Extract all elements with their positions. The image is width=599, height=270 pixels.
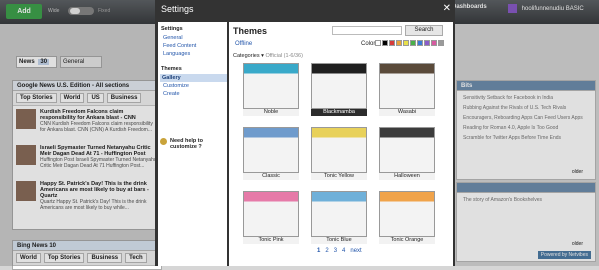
themes-grid: Noble Blackmamba Wasabi Classic Tonic Yellow… xyxy=(233,63,449,253)
settings-title: Settings xyxy=(161,4,194,14)
theme-name: Tonic Blue xyxy=(311,237,367,244)
color-swatch[interactable] xyxy=(410,40,416,46)
color-swatches xyxy=(375,40,444,46)
color-swatch[interactable] xyxy=(417,40,423,46)
theme-card[interactable]: Wasabi xyxy=(379,63,435,117)
close-icon[interactable]: ✕ xyxy=(443,3,451,14)
help-text: Need help to customize ? xyxy=(170,138,204,150)
theme-name: Wasabi xyxy=(379,109,435,116)
page-title: Themes xyxy=(233,26,268,36)
settings-sidebar: Settings General Feed Content Languages … xyxy=(158,22,227,266)
theme-preview[interactable] xyxy=(379,191,435,237)
color-swatch[interactable] xyxy=(382,40,388,46)
page-link[interactable]: 1 xyxy=(317,248,320,254)
color-swatch[interactable] xyxy=(396,40,402,46)
settings-dialog: Settings ✕ Settings General Feed Content… xyxy=(155,0,455,266)
help-icon xyxy=(160,138,167,145)
theme-preview[interactable] xyxy=(243,191,299,237)
theme-search-input[interactable] xyxy=(332,26,402,35)
theme-preview[interactable] xyxy=(379,127,435,173)
theme-name: Blackmamba xyxy=(311,109,367,116)
theme-preview[interactable] xyxy=(379,63,435,109)
offline-dropdown[interactable]: Offline xyxy=(235,41,252,47)
theme-name: Tonic Orange xyxy=(379,237,435,244)
themes-content: Themes Search Offline Colors: Categories… xyxy=(229,22,453,266)
theme-preview[interactable] xyxy=(311,127,367,173)
theme-card[interactable]: Blackmamba xyxy=(311,63,367,117)
categories-dropdown-icon[interactable]: ▾ xyxy=(261,53,264,59)
page-link[interactable]: 2 xyxy=(325,248,328,254)
theme-card[interactable]: Halloween xyxy=(379,127,435,181)
color-swatch[interactable] xyxy=(403,40,409,46)
color-swatch[interactable] xyxy=(389,40,395,46)
theme-card[interactable]: Tonic Pink xyxy=(243,191,299,245)
theme-name: Noble xyxy=(243,109,299,116)
color-swatch[interactable] xyxy=(438,40,444,46)
settings-section-header: Settings xyxy=(161,26,183,32)
sidebar-item-create[interactable]: Create xyxy=(163,90,227,98)
page-link[interactable]: next xyxy=(350,248,361,254)
sidebar-item-languages[interactable]: Languages xyxy=(163,50,227,58)
categories-bar: Categories ▾ Official (1-6/36) xyxy=(233,53,303,59)
themes-section-header: Themes xyxy=(161,66,182,72)
theme-card[interactable]: Classic xyxy=(243,127,299,181)
theme-name: Tonic Pink xyxy=(243,237,299,244)
sidebar-item-feed-content[interactable]: Feed Content xyxy=(163,42,227,50)
sidebar-item-customize[interactable]: Customize xyxy=(163,82,227,90)
color-swatch[interactable] xyxy=(431,40,437,46)
sidebar-item-general[interactable]: General xyxy=(163,34,227,42)
pagination: 1 2 3 4 next xyxy=(317,248,362,254)
color-swatch[interactable] xyxy=(424,40,430,46)
theme-name: Tonic Yellow xyxy=(311,173,367,180)
sidebar-item-gallery[interactable]: Gallery xyxy=(160,74,227,82)
theme-preview[interactable] xyxy=(311,191,367,237)
theme-name: Halloween xyxy=(379,173,435,180)
theme-card[interactable]: Noble xyxy=(243,63,299,117)
page-link[interactable]: 3 xyxy=(334,248,337,254)
theme-card[interactable]: Tonic Yellow xyxy=(311,127,367,181)
search-button[interactable]: Search xyxy=(405,25,443,36)
theme-card[interactable]: Tonic Orange xyxy=(379,191,435,245)
theme-preview[interactable] xyxy=(243,127,299,173)
categories-count: Official (1-6/36) xyxy=(265,53,303,59)
page-link[interactable]: 4 xyxy=(342,248,345,254)
categories-label: Categories xyxy=(233,53,260,59)
theme-preview[interactable] xyxy=(311,63,367,109)
help-link[interactable]: Need help to customize ? xyxy=(160,138,220,150)
theme-card[interactable]: Tonic Blue xyxy=(311,191,367,245)
color-swatch[interactable] xyxy=(375,40,381,46)
theme-name: Classic xyxy=(243,173,299,180)
theme-preview[interactable] xyxy=(243,63,299,109)
